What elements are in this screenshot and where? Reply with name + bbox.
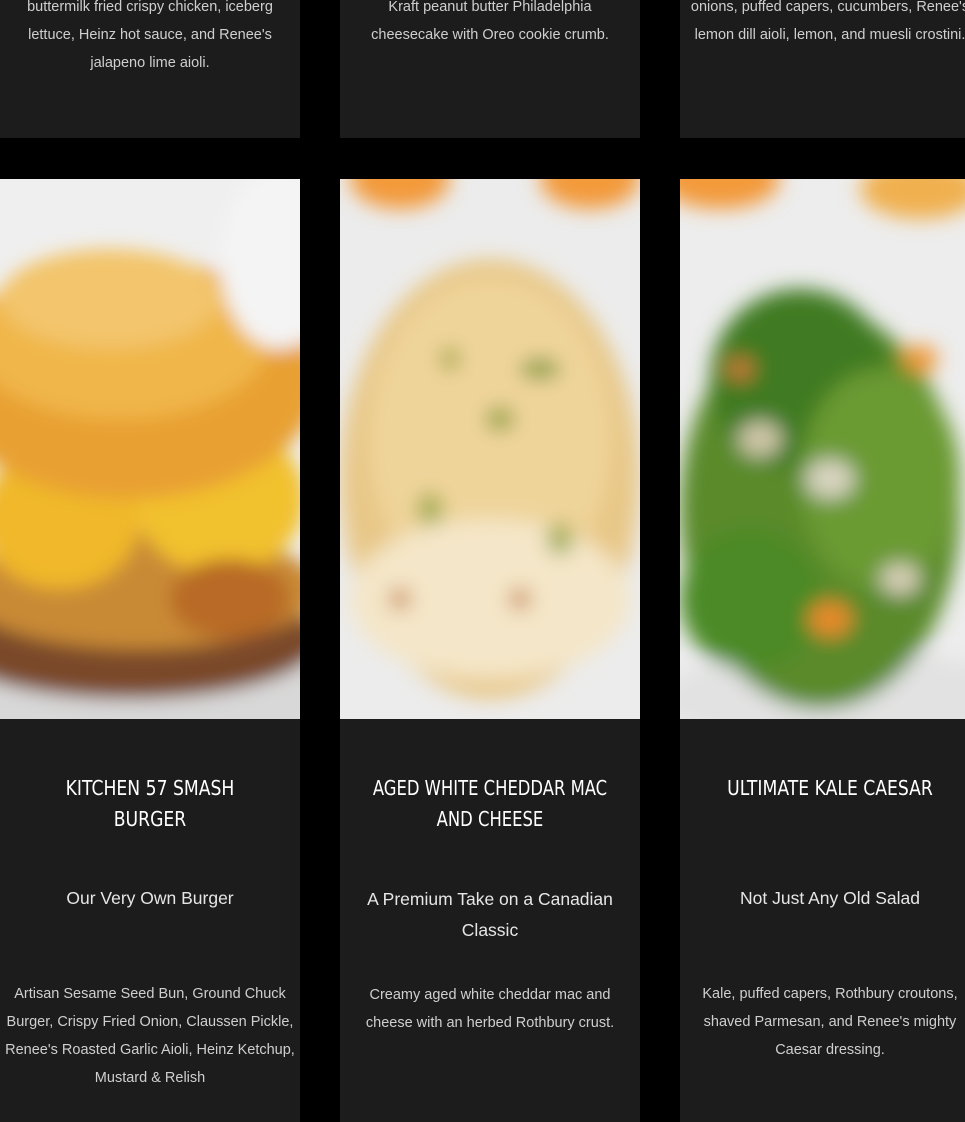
kale-caesar-photo bbox=[680, 179, 965, 719]
menu-item-description: Creamy aged white cheddar mac and cheese… bbox=[365, 987, 615, 1031]
menu-card-top-3: onions, puffed capers, cucumbers, Renee'… bbox=[680, 0, 965, 138]
menu-card-smash-burger: KITCHEN 57 SMASH BURGER Our Very Own Bur… bbox=[0, 179, 300, 1122]
menu-item-description: Kraft peanut butter Philadelphia cheesec… bbox=[371, 0, 609, 43]
menu-item-description: buttermilk fried crispy chicken, iceberg… bbox=[27, 0, 273, 71]
menu-item-description: onions, puffed capers, cucumbers, Renee'… bbox=[690, 0, 965, 43]
mac-and-cheese-photo bbox=[340, 179, 640, 719]
menu-item-title: KITCHEN 57 SMASH BURGER bbox=[65, 776, 235, 831]
menu-item-title: ULTIMATE KALE CAESAR bbox=[727, 776, 933, 800]
menu-card-top-1: buttermilk fried crispy chicken, iceberg… bbox=[0, 0, 300, 138]
menu-item-title: AGED WHITE CHEDDAR MAC AND CHEESE bbox=[372, 776, 608, 831]
menu-item-description: Kale, puffed capers, Rothbury croutons, … bbox=[702, 986, 958, 1058]
menu-item-subtitle: A Premium Take on a Canadian Classic bbox=[367, 889, 613, 940]
menu-card-kale-caesar: ULTIMATE KALE CAESAR Not Just Any Old Sa… bbox=[680, 179, 965, 1122]
menu-item-subtitle: Not Just Any Old Salad bbox=[740, 888, 920, 908]
menu-page: buttermilk fried crispy chicken, iceberg… bbox=[0, 0, 965, 1122]
menu-card-mac-and-cheese: AGED WHITE CHEDDAR MAC AND CHEESE A Prem… bbox=[340, 179, 640, 1122]
menu-item-description: Artisan Sesame Seed Bun, Ground Chuck Bu… bbox=[5, 986, 295, 1086]
menu-card-top-2: Kraft peanut butter Philadelphia cheesec… bbox=[340, 0, 640, 138]
menu-item-subtitle: Our Very Own Burger bbox=[66, 888, 234, 908]
burger-photo bbox=[0, 179, 300, 719]
